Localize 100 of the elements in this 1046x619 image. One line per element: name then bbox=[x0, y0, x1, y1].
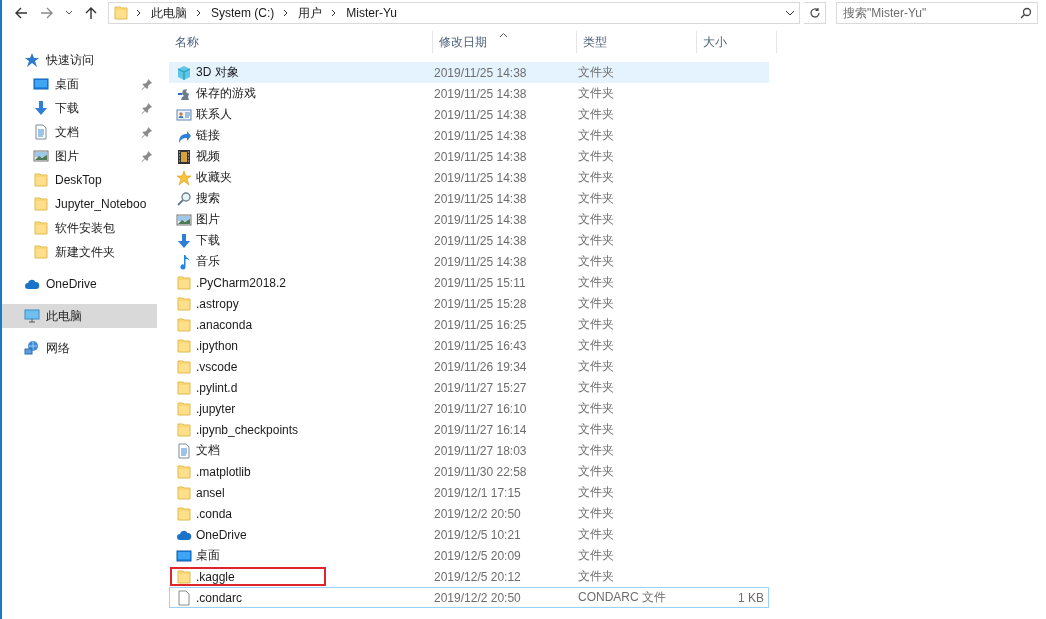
file-row[interactable]: .astropy 2019/11/25 15:28 文件夹 bbox=[169, 293, 769, 314]
file-row[interactable]: 文档 2019/11/27 18:03 文件夹 bbox=[169, 440, 769, 461]
folder-icon bbox=[176, 337, 192, 354]
folder-icon bbox=[176, 295, 192, 312]
date-cell-text: 2019/11/27 18:03 bbox=[433, 443, 528, 458]
file-row[interactable]: .kaggle 2019/12/5 20:12 文件夹 bbox=[169, 566, 769, 587]
date-cell-text: 2019/11/26 19:34 bbox=[433, 359, 528, 374]
caret-icon bbox=[65, 10, 73, 16]
document-icon bbox=[176, 442, 192, 459]
file-row[interactable]: 下载 2019/11/25 14:38 文件夹 bbox=[169, 230, 769, 251]
computer-icon bbox=[24, 308, 40, 324]
file-row[interactable]: ansel 2019/12/1 17:15 文件夹 bbox=[169, 482, 769, 503]
file-row[interactable]: .vscode 2019/11/26 19:34 文件夹 bbox=[169, 356, 769, 377]
breadcrumb[interactable]: 用户 bbox=[296, 4, 325, 22]
file-row[interactable]: 搜索 2019/11/25 14:38 文件夹 bbox=[169, 188, 769, 209]
folder-icon bbox=[176, 379, 192, 396]
date-cell-text: 2019/11/25 14:38 bbox=[433, 149, 528, 164]
file-row[interactable]: 联系人 2019/11/25 14:38 文件夹 bbox=[169, 104, 769, 125]
folder-icon bbox=[176, 421, 192, 438]
file-name: 3D 对象 bbox=[196, 64, 239, 81]
file-row[interactable]: 收藏夹 2019/11/25 14:38 文件夹 bbox=[169, 167, 769, 188]
sidebar-item[interactable]: 软件安装包 bbox=[2, 216, 157, 240]
file-row[interactable]: 3D 对象 2019/11/25 14:38 文件夹 bbox=[169, 62, 769, 83]
file-row[interactable]: .ipynb_checkpoints 2019/11/27 16:14 文件夹 bbox=[169, 419, 769, 440]
file-row[interactable]: .anaconda 2019/11/25 16:25 文件夹 bbox=[169, 314, 769, 335]
file-row[interactable]: .jupyter 2019/11/27 16:10 文件夹 bbox=[169, 398, 769, 419]
sidebar-item[interactable]: DeskTop bbox=[2, 168, 157, 192]
down-arrow-icon bbox=[176, 232, 192, 249]
sidebar-item[interactable]: 快速访问 bbox=[2, 48, 157, 72]
file-row[interactable]: .pylint.d 2019/11/27 15:27 文件夹 bbox=[169, 377, 769, 398]
file-name: .matplotlib bbox=[196, 464, 251, 479]
file-row[interactable]: 桌面 2019/12/5 20:09 文件夹 bbox=[169, 545, 769, 566]
sidebar-item[interactable]: 桌面 bbox=[2, 72, 157, 96]
type-cell-text: 文件夹 bbox=[577, 211, 615, 228]
folder-icon bbox=[176, 484, 192, 501]
file-row[interactable]: 链接 2019/11/25 14:38 文件夹 bbox=[169, 125, 769, 146]
file-row[interactable]: 图片 2019/11/25 14:38 文件夹 bbox=[169, 209, 769, 230]
monitor-icon bbox=[176, 547, 192, 564]
column-header[interactable]: 大小 bbox=[697, 31, 777, 53]
refresh-button[interactable] bbox=[804, 2, 826, 24]
date-cell-text: 2019/11/25 14:38 bbox=[433, 170, 528, 185]
film-icon bbox=[176, 148, 192, 165]
address-bar[interactable]: 此电脑 System (C:) 用户 Mister-Yu bbox=[108, 2, 800, 24]
date-cell-text: 2019/12/5 10:21 bbox=[433, 527, 522, 542]
file-name: 收藏夹 bbox=[196, 169, 232, 186]
type-cell-text: 文件夹 bbox=[577, 316, 615, 333]
folder-icon bbox=[176, 505, 192, 522]
file-name: .conda bbox=[196, 506, 233, 521]
folder-icon bbox=[33, 244, 49, 260]
sidebar-item[interactable]: OneDrive bbox=[2, 272, 157, 296]
file-name: 音乐 bbox=[196, 253, 220, 270]
type-cell-text: 文件夹 bbox=[577, 169, 615, 186]
type-cell-text: 文件夹 bbox=[577, 421, 615, 438]
column-header[interactable]: 类型 bbox=[577, 31, 697, 53]
folder-icon bbox=[176, 568, 192, 585]
file-row[interactable]: .PyCharm2018.2 2019/11/25 15:11 文件夹 bbox=[169, 272, 769, 293]
type-cell-text: 文件夹 bbox=[577, 337, 615, 354]
sidebar-item[interactable]: Jupyter_Noteboo bbox=[2, 192, 157, 216]
file-row[interactable]: .conda 2019/12/2 20:50 文件夹 bbox=[169, 503, 769, 524]
date-cell-text: 2019/12/2 20:50 bbox=[433, 590, 522, 605]
file-row[interactable]: 视频 2019/11/25 14:38 文件夹 bbox=[169, 146, 769, 167]
file-row[interactable]: OneDrive 2019/12/5 10:21 文件夹 bbox=[169, 524, 769, 545]
folder-icon bbox=[176, 400, 192, 417]
file-row[interactable]: .matplotlib 2019/11/30 22:58 文件夹 bbox=[169, 461, 769, 482]
sidebar-item[interactable]: 网络 bbox=[2, 336, 157, 360]
folder-icon bbox=[33, 172, 49, 188]
sidebar-item[interactable]: 此电脑 bbox=[2, 304, 157, 328]
file-row[interactable]: 音乐 2019/11/25 14:38 文件夹 bbox=[169, 251, 769, 272]
type-cell-text: 文件夹 bbox=[577, 85, 615, 102]
sidebar-item[interactable]: 文档 bbox=[2, 120, 157, 144]
file-name: 联系人 bbox=[196, 106, 232, 123]
type-cell-text: 文件夹 bbox=[577, 190, 615, 207]
breadcrumb[interactable]: Mister-Yu bbox=[344, 6, 400, 20]
sidebar-item[interactable]: 图片 bbox=[2, 144, 157, 168]
search-field[interactable]: 搜索"Mister-Yu" bbox=[836, 2, 1038, 24]
column-header[interactable]: 名称 bbox=[169, 31, 433, 53]
column-header[interactable]: 修改日期 bbox=[433, 31, 577, 53]
folder-icon bbox=[33, 220, 49, 236]
magnifier-icon bbox=[176, 190, 192, 207]
sidebar-item[interactable]: 新建文件夹 bbox=[2, 240, 157, 264]
back-arrow-icon bbox=[14, 6, 28, 20]
contact-card-icon bbox=[176, 106, 192, 123]
folder-icon bbox=[176, 358, 192, 375]
date-cell-text: 2019/11/30 22:58 bbox=[433, 464, 528, 479]
file-row[interactable]: 保存的游戏 2019/11/25 14:38 文件夹 bbox=[169, 83, 769, 104]
date-cell-text: 2019/12/5 20:09 bbox=[433, 548, 522, 563]
breadcrumb[interactable]: 此电脑 bbox=[149, 4, 189, 22]
file-row[interactable]: .condarc 2019/12/2 20:50 CONDARC 文件 1 KB bbox=[169, 587, 769, 608]
search-icon bbox=[1020, 7, 1032, 19]
date-cell-text: 2019/11/25 16:25 bbox=[433, 317, 528, 332]
file-row[interactable]: .ipython 2019/11/25 16:43 文件夹 bbox=[169, 335, 769, 356]
date-cell-text: 2019/11/25 14:38 bbox=[433, 233, 528, 248]
file-name: .kaggle bbox=[196, 569, 235, 584]
sidebar-item[interactable]: 下载 bbox=[2, 96, 157, 120]
breadcrumb[interactable]: System (C:) bbox=[209, 6, 277, 20]
caret-icon bbox=[785, 9, 795, 17]
type-cell-text: 文件夹 bbox=[577, 400, 615, 417]
type-cell-text: 文件夹 bbox=[577, 463, 615, 480]
date-cell-text: 2019/11/27 16:10 bbox=[433, 401, 528, 416]
folder-icon bbox=[113, 5, 129, 21]
